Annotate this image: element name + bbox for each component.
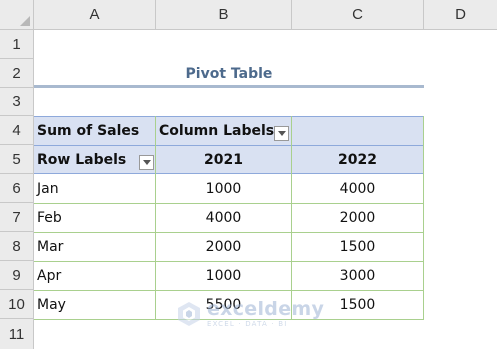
pivot-values-label[interactable]: Sum of Sales — [34, 116, 155, 145]
row-header-4[interactable]: 4 — [0, 116, 34, 145]
row-header-5[interactable]: 5 — [0, 145, 34, 174]
column-header-c[interactable]: C — [292, 0, 424, 30]
dropdown-arrow-icon — [277, 131, 286, 136]
row-label-cell[interactable]: Mar — [34, 232, 155, 261]
title-underline — [34, 85, 424, 88]
row-header-9[interactable]: 9 — [0, 261, 34, 290]
row-labels-filter-dropdown[interactable] — [139, 155, 154, 170]
row-header-8[interactable]: 8 — [0, 232, 34, 261]
column-header-b[interactable]: B — [156, 0, 292, 30]
value-cell[interactable]: 1500 — [292, 232, 423, 261]
watermark-name: exceldemy — [207, 298, 325, 320]
column-header-d[interactable]: D — [424, 0, 497, 30]
dropdown-arrow-icon — [142, 160, 151, 165]
select-all-corner[interactable] — [0, 0, 34, 30]
row-header-10[interactable]: 10 — [0, 290, 34, 319]
watermark-tagline: EXCEL · DATA · BI — [207, 320, 288, 328]
row-header-3[interactable]: 3 — [0, 88, 34, 116]
row-label-cell[interactable]: Jan — [34, 174, 155, 203]
column-labels-filter-dropdown[interactable] — [274, 126, 289, 141]
value-cell[interactable]: 1000 — [156, 174, 291, 203]
pivot-row-labels[interactable]: Row Labels — [34, 145, 155, 174]
exceldemy-logo-icon — [178, 302, 200, 326]
row-label-cell[interactable]: May — [34, 290, 155, 319]
row-header-2[interactable]: 2 — [0, 59, 34, 88]
grid-line — [423, 116, 424, 320]
row-header-1[interactable]: 1 — [0, 30, 34, 59]
spreadsheet: A B C D 1 2 3 4 5 6 7 8 9 10 11 Pivot Ta… — [0, 0, 497, 349]
row-header-6[interactable]: 6 — [0, 174, 34, 203]
exceldemy-watermark: exceldemy EXCEL · DATA · BI — [176, 300, 324, 328]
column-header-a[interactable]: A — [34, 0, 156, 30]
year-header-2021[interactable]: 2021 — [156, 145, 291, 174]
row-label-cell[interactable]: Apr — [34, 261, 155, 290]
value-cell[interactable]: 2000 — [156, 232, 291, 261]
pivot-column-labels[interactable]: Column Labels — [156, 116, 291, 145]
value-cell[interactable]: 4000 — [156, 203, 291, 232]
row-header-7[interactable]: 7 — [0, 203, 34, 232]
value-cell[interactable]: 1000 — [156, 261, 291, 290]
select-all-triangle-icon — [20, 16, 30, 26]
sheet-title: Pivot Table — [185, 65, 273, 82]
value-cell[interactable]: 3000 — [292, 261, 423, 290]
value-cell[interactable]: 2000 — [292, 203, 423, 232]
value-cell[interactable]: 4000 — [292, 174, 423, 203]
row-label-cell[interactable]: Feb — [34, 203, 155, 232]
row-header-11[interactable]: 11 — [0, 319, 34, 349]
year-header-2022[interactable]: 2022 — [292, 145, 423, 174]
